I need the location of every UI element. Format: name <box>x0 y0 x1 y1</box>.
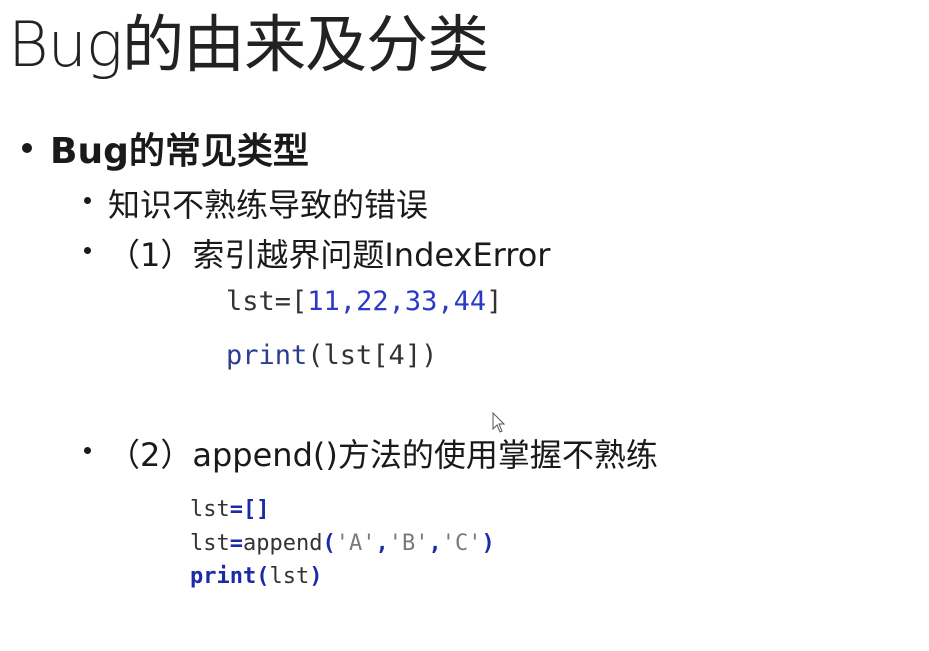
code-keyword: print <box>190 564 257 589</box>
code-operator: ( <box>256 564 270 589</box>
code-string: 'B' <box>388 531 429 556</box>
list-item-text: 知识不熟练导致的错误 <box>108 186 429 224</box>
code-token: [ <box>291 286 308 317</box>
code-operator: ( <box>322 531 336 556</box>
code-line: lst=[] <box>190 497 270 522</box>
code-operator: ) <box>481 531 495 556</box>
code-string: 'A' <box>335 531 376 556</box>
code-numbers: 11,22,33,44 <box>307 286 487 317</box>
code-token: ] <box>486 286 503 317</box>
bullet-dot <box>84 197 91 204</box>
slide: Bug的由来及分类 Bug的常见类型 知识不熟练导致的错误 （1）索引越界问题I… <box>0 0 929 651</box>
code-token: lst <box>269 564 310 589</box>
code-line: print(lst[4]) <box>226 340 437 371</box>
code-token: lst= <box>226 286 292 317</box>
list-item-text: （1）索引越界问题IndexError <box>108 236 551 274</box>
list-item-text: （2）append()方法的使用掌握不熟练 <box>108 436 658 474</box>
bullet-dot <box>84 247 91 254</box>
code-token: lst <box>190 531 230 556</box>
code-string: 'C' <box>441 531 482 556</box>
code-token: append <box>243 531 323 556</box>
code-operator: =[] <box>229 497 270 522</box>
code-token: lst <box>190 497 230 522</box>
code-operator: , <box>375 531 389 556</box>
code-line: print(lst) <box>190 564 322 589</box>
code-line: lst=append('A','B','C') <box>190 531 495 556</box>
bullet-dot <box>84 447 91 454</box>
code-operator: ) <box>309 564 323 589</box>
code-line: lst=[11,22,33,44] <box>226 286 502 317</box>
bullet-dot <box>22 143 32 153</box>
code-keyword: print <box>226 340 308 371</box>
code-token: (lst[4]) <box>307 340 438 371</box>
slide-title: Bug的由来及分类 <box>8 8 489 81</box>
code-operator: = <box>229 531 243 556</box>
code-operator: , <box>428 531 442 556</box>
section-heading: Bug的常见类型 <box>50 131 309 172</box>
